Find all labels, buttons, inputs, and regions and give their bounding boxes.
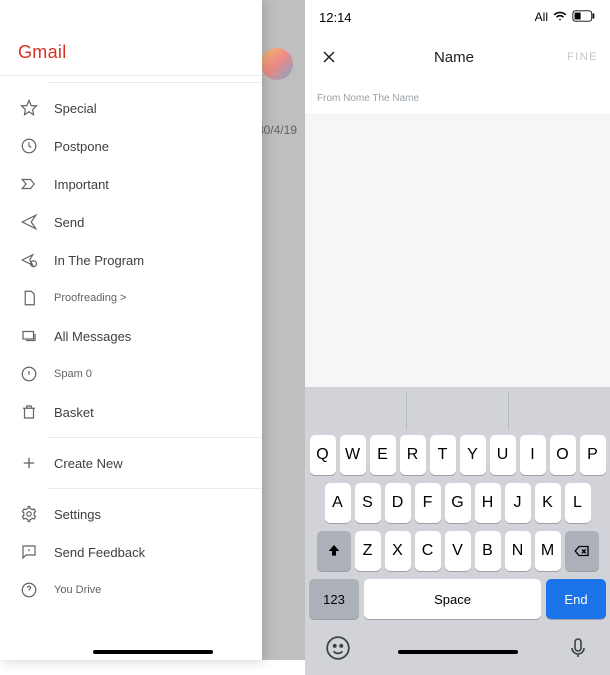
compose-header: Name FINE bbox=[305, 34, 610, 80]
feedback-icon bbox=[18, 541, 40, 563]
from-field[interactable]: From Nome The Name bbox=[305, 80, 610, 115]
home-indicator bbox=[93, 650, 213, 654]
sidebar-item-label: Create New bbox=[54, 456, 123, 471]
battery-icon bbox=[572, 10, 596, 25]
sidebar-item-label: Important bbox=[54, 177, 109, 192]
sidebar-item-label: Settings bbox=[54, 507, 101, 522]
mail-date: 30/4/19 bbox=[257, 123, 297, 137]
sidebar-item-feedback[interactable]: Send Feedback bbox=[0, 533, 262, 571]
sidebar-item-label: All Messages bbox=[54, 329, 131, 344]
compose-body[interactable] bbox=[305, 115, 610, 387]
wifi-icon bbox=[553, 9, 567, 26]
return-key[interactable]: End bbox=[546, 579, 606, 619]
file-icon bbox=[18, 287, 40, 309]
key-c[interactable]: C bbox=[415, 531, 441, 571]
trash-icon bbox=[18, 401, 40, 423]
sidebar-item-label: Basket bbox=[54, 405, 94, 420]
sidebar-item-postpone[interactable]: Postpone bbox=[0, 127, 262, 165]
stack-icon bbox=[18, 325, 40, 347]
schedule-send-icon bbox=[18, 249, 40, 271]
numeric-key[interactable]: 123 bbox=[309, 579, 359, 619]
key-b[interactable]: B bbox=[475, 531, 501, 571]
carrier-label: All bbox=[535, 10, 548, 24]
key-x[interactable]: X bbox=[385, 531, 411, 571]
gear-icon bbox=[18, 503, 40, 525]
key-v[interactable]: V bbox=[445, 531, 471, 571]
close-icon[interactable] bbox=[317, 45, 341, 69]
sidebar-item-label: Special bbox=[54, 101, 97, 116]
account-avatar[interactable] bbox=[261, 48, 293, 80]
key-m[interactable]: M bbox=[535, 531, 561, 571]
sidebar-item-label: You Drive bbox=[54, 584, 101, 596]
important-icon bbox=[18, 173, 40, 195]
key-t[interactable]: T bbox=[430, 435, 456, 475]
shift-key[interactable] bbox=[317, 531, 351, 571]
sidebar-item-proofreading[interactable]: Proofreading > bbox=[0, 279, 262, 317]
space-key[interactable]: Space bbox=[364, 579, 541, 619]
key-g[interactable]: G bbox=[445, 483, 471, 523]
sidebar-item-label: Postpone bbox=[54, 139, 109, 154]
sidebar-item-label: Proofreading > bbox=[54, 292, 126, 304]
key-p[interactable]: P bbox=[580, 435, 606, 475]
key-z[interactable]: Z bbox=[355, 531, 381, 571]
sidebar-item-program[interactable]: In The Program bbox=[0, 241, 262, 279]
sidebar-item-label: Send bbox=[54, 215, 84, 230]
key-i[interactable]: I bbox=[520, 435, 546, 475]
key-a[interactable]: A bbox=[325, 483, 351, 523]
key-w[interactable]: W bbox=[340, 435, 366, 475]
sidebar-item-create-new[interactable]: Create New bbox=[0, 444, 262, 482]
key-j[interactable]: J bbox=[505, 483, 531, 523]
sidebar-item-all-messages[interactable]: All Messages bbox=[0, 317, 262, 355]
backspace-key[interactable] bbox=[565, 531, 599, 571]
key-o[interactable]: O bbox=[550, 435, 576, 475]
key-u[interactable]: U bbox=[490, 435, 516, 475]
status-bar: 12:14 All bbox=[305, 0, 610, 34]
key-f[interactable]: F bbox=[415, 483, 441, 523]
key-l[interactable]: L bbox=[565, 483, 591, 523]
nav-drawer: Gmail Special Postpone Important bbox=[0, 0, 262, 660]
plus-icon bbox=[18, 452, 40, 474]
key-e[interactable]: E bbox=[370, 435, 396, 475]
star-icon[interactable] bbox=[273, 156, 293, 176]
spam-icon bbox=[18, 363, 40, 385]
mic-icon[interactable] bbox=[566, 636, 590, 665]
sidebar-item-basket[interactable]: Basket bbox=[0, 393, 262, 431]
done-button[interactable]: FINE bbox=[567, 51, 598, 63]
key-h[interactable]: H bbox=[475, 483, 501, 523]
sidebar-item-important[interactable]: Important bbox=[0, 165, 262, 203]
status-time: 12:14 bbox=[319, 10, 352, 25]
key-k[interactable]: K bbox=[535, 483, 561, 523]
sidebar-item-you-drive[interactable]: You Drive bbox=[0, 571, 262, 609]
key-d[interactable]: D bbox=[385, 483, 411, 523]
suggestion-bar[interactable] bbox=[305, 392, 610, 430]
key-n[interactable]: N bbox=[505, 531, 531, 571]
key-q[interactable]: Q bbox=[310, 435, 336, 475]
from-placeholder: From Nome The Name bbox=[317, 93, 419, 104]
home-indicator bbox=[398, 650, 518, 654]
help-icon bbox=[18, 579, 40, 601]
sidebar-item-label: Send Feedback bbox=[54, 545, 145, 560]
emoji-icon[interactable] bbox=[325, 635, 351, 666]
sidebar-item-label: In The Program bbox=[54, 253, 144, 268]
clock-icon bbox=[18, 135, 40, 157]
key-r[interactable]: R bbox=[400, 435, 426, 475]
keyboard: QWERTYUIOP ASDFGHJKL ZXCVBNM 123 Space E… bbox=[305, 387, 610, 675]
sidebar-item-send[interactable]: Send bbox=[0, 203, 262, 241]
key-s[interactable]: S bbox=[355, 483, 381, 523]
sidebar-item-special[interactable]: Special bbox=[0, 89, 262, 127]
key-y[interactable]: Y bbox=[460, 435, 486, 475]
send-icon bbox=[18, 211, 40, 233]
sidebar-item-spam[interactable]: Spam 0 bbox=[0, 355, 262, 393]
star-outline-icon bbox=[18, 97, 40, 119]
brand-title: Gmail bbox=[0, 0, 262, 76]
sidebar-item-settings[interactable]: Settings bbox=[0, 495, 262, 533]
sidebar-item-label: Spam 0 bbox=[54, 368, 92, 380]
compose-title: Name bbox=[341, 49, 567, 66]
